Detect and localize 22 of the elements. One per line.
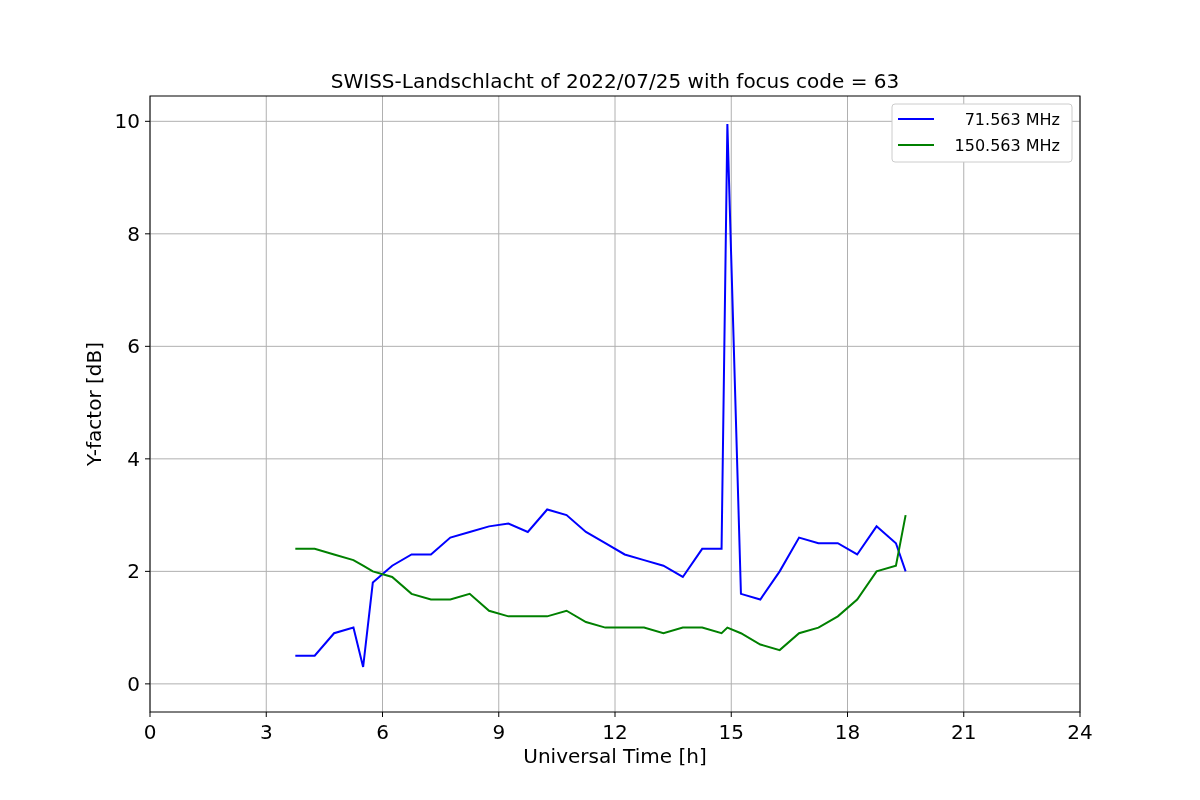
y-tick-label: 2 (127, 559, 140, 584)
x-tick-label: 12 (602, 720, 628, 744)
y-axis-label: Y-factor [dB] (82, 342, 106, 466)
chart-title: SWISS-Landschlacht of 2022/07/25 with focus code = 63 (330, 69, 900, 93)
x-tick-label: 6 (376, 720, 389, 744)
y-tick-label: 0 (127, 671, 140, 696)
y-tick-label: 10 (114, 109, 140, 134)
legend-line (897, 118, 935, 120)
legend-label: 150.563 MHz (954, 136, 1060, 155)
legend-line (897, 144, 935, 146)
y-tick-label: 8 (127, 221, 140, 246)
x-tick-label: 0 (143, 720, 157, 744)
x-tick-label: 24 (1067, 720, 1093, 744)
x-tick-label: 21 (951, 720, 977, 744)
x-axis-label: Universal Time [h] (523, 744, 707, 768)
x-tick-label: 15 (718, 720, 744, 744)
x-tick-label: 3 (259, 720, 273, 744)
legend-label: 71.563 MHz (964, 110, 1060, 129)
x-tick-label: 9 (492, 720, 506, 744)
x-tick-label: 18 (834, 720, 861, 744)
y-tick-label: 4 (127, 446, 140, 471)
y-tick-label: 6 (127, 334, 140, 359)
